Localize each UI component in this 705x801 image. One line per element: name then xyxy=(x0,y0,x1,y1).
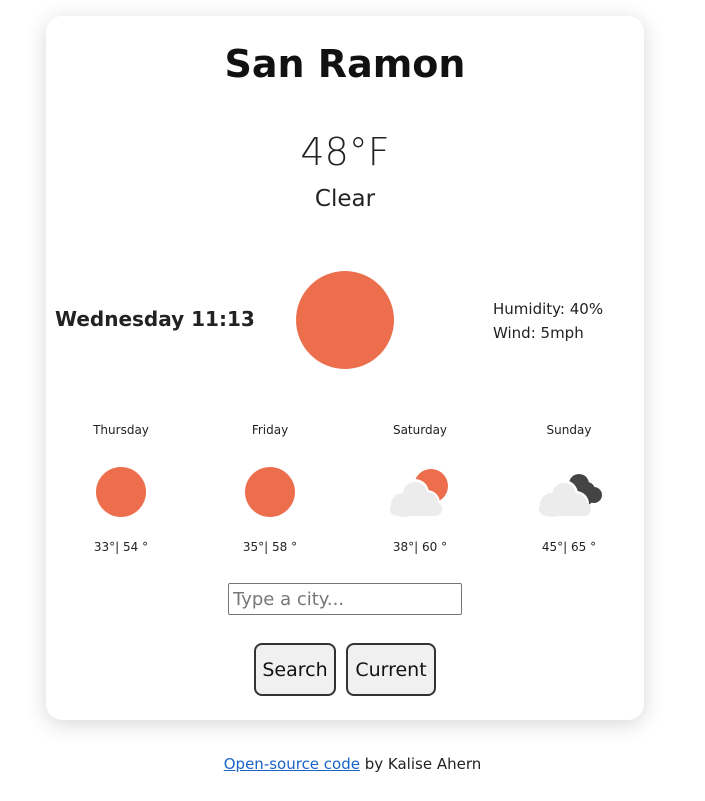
current-location-button[interactable]: Current xyxy=(346,643,436,696)
footer-author: by Kalise Ahern xyxy=(359,755,482,773)
forecast-temps: 33°| 54 ° xyxy=(93,540,149,554)
forecast-temps: 35°| 58 ° xyxy=(242,540,298,554)
weather-details: Humidity: 40% Wind: 5mph xyxy=(493,297,603,345)
cloudy-icon xyxy=(538,474,602,519)
weather-card: San Ramon 48°F Clear Wednesday 11:13 Hum… xyxy=(46,16,644,720)
sun-icon xyxy=(96,467,146,517)
day-time: Wednesday 11:13 xyxy=(55,307,255,331)
forecast-day: Friday 35°| 58 ° xyxy=(205,422,335,554)
city-search-input[interactable] xyxy=(228,583,462,615)
forecast: Thursday 33°| 54 ° Friday 35°| 58 ° Satu… xyxy=(46,422,644,562)
sun-icon xyxy=(296,271,394,369)
forecast-day: Thursday 33°| 54 ° xyxy=(56,422,186,554)
forecast-day: Sunday 45°| 65 ° xyxy=(504,422,634,554)
forecast-day-name: Thursday xyxy=(93,423,149,437)
humidity: Humidity: 40% xyxy=(493,300,604,318)
forecast-day-name: Friday xyxy=(251,423,289,437)
wind: Wind: 5mph xyxy=(493,324,584,342)
weather-description: Clear xyxy=(314,186,376,212)
partly-cloudy-icon xyxy=(389,469,448,519)
forecast-temps: 38°| 60 ° xyxy=(392,540,448,554)
forecast-day-name: Sunday xyxy=(546,423,592,437)
forecast-temps: 45°| 65 ° xyxy=(541,540,597,554)
forecast-day: Saturday 38°| 60 ° xyxy=(355,422,485,554)
city-title: San Ramon xyxy=(224,42,466,86)
sun-icon xyxy=(245,467,295,517)
current-temperature: 48°F xyxy=(300,130,390,174)
search-button[interactable]: Search xyxy=(254,643,336,696)
open-source-link[interactable]: Open-source code xyxy=(224,755,360,773)
footer: Open-source code by Kalise Ahern xyxy=(0,755,705,773)
forecast-day-name: Saturday xyxy=(392,423,448,437)
